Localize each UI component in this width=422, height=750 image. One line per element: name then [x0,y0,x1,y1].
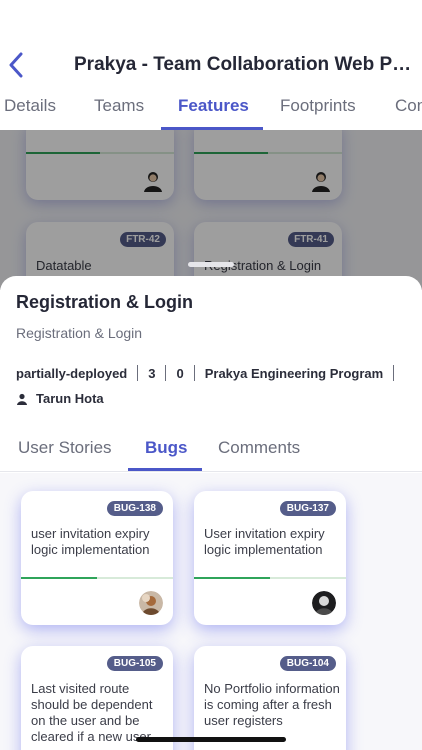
bug-title: User invitation expiry logic implementat… [204,526,325,557]
app-header: Prakya - Team Collaboration Web Platf...… [0,0,422,130]
bug-card[interactable]: BUG-104 No Portfolio information is comi… [194,646,346,750]
sheet-drag-handle[interactable] [188,262,234,267]
tab-user-stories[interactable]: User Stories [18,438,112,458]
tab-footprints[interactable]: Footprints [280,96,356,116]
program-name: Prakya Engineering Program [204,365,384,381]
bug-title: Last visited route should be dependent o… [31,681,153,744]
tab-features[interactable]: Features [178,96,249,116]
bug-title: user invitation expiry logic implementat… [31,526,150,557]
tab-indicator [128,468,202,471]
feature-detail-sheet: Registration & Login Registration & Logi… [0,276,422,750]
tab-con[interactable]: Con [395,96,422,116]
bug-progress [21,577,173,579]
divider [137,365,139,381]
top-tabs: Details Teams Features Footprints Con [0,92,422,130]
tab-teams[interactable]: Teams [94,96,144,116]
tab-details[interactable]: Details [4,96,56,116]
divider [393,365,395,381]
tab-bugs[interactable]: Bugs [145,438,188,458]
bug-title: No Portfolio information is coming after… [204,681,340,728]
bug-card[interactable]: BUG-137 User invitation expiry logic imp… [194,491,346,625]
back-chevron-icon[interactable] [8,52,28,80]
bug-id-badge: BUG-104 [279,656,336,671]
home-indicator [136,737,286,742]
user-avatar-icon [312,591,336,615]
feature-meta: partially-deployed 3 0 Prakya Engineerin… [16,364,404,382]
bug-id-badge: BUG-105 [106,656,163,671]
user-avatar-icon [139,591,163,615]
tab-comments[interactable]: Comments [218,438,300,458]
divider [165,365,167,381]
divider [193,365,195,381]
page-title: Prakya - Team Collaboration Web Platf... [74,54,414,75]
bug-card[interactable]: BUG-138 user invitation expiry logic imp… [21,491,173,625]
bug-list: BUG-138 user invitation expiry logic imp… [0,473,422,750]
status-label: partially-deployed [16,365,128,381]
sheet-title: Registration & Login [16,292,193,312]
person-icon [16,393,28,405]
bug-card[interactable]: BUG-105 Last visited route should be dep… [21,646,173,750]
owner-name: Tarun Hota [36,391,104,406]
owner: Tarun Hota [16,391,104,406]
sheet-tabs: User Stories Bugs Comments [0,434,422,472]
count-a: 3 [148,365,156,381]
bug-id-badge: BUG-137 [279,501,336,516]
bug-progress [194,577,346,579]
bug-id-badge: BUG-138 [106,501,163,516]
count-b: 0 [176,365,184,381]
sheet-subtitle: Registration & Login [16,325,143,341]
